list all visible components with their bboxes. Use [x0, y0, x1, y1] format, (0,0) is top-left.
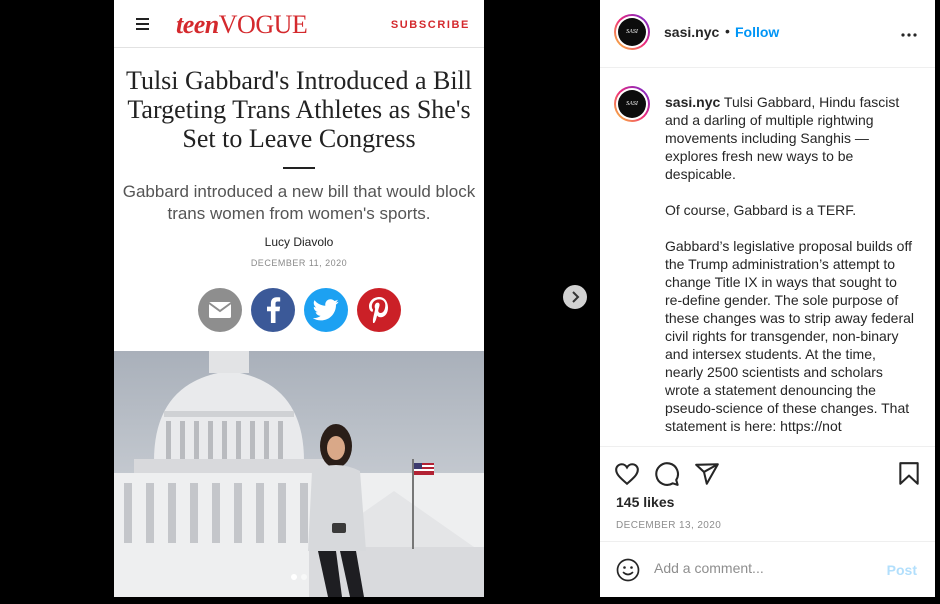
article-screenshot[interactable]: teenVOGUE SUBSCRIBE Tulsi Gabbard's Intr…	[114, 0, 484, 597]
carousel-dot[interactable]	[291, 574, 297, 580]
caption-paragraph: Gabbard’s legislative proposal builds of…	[665, 238, 915, 434]
twitter-icon	[303, 288, 348, 332]
avatar-text: SASI	[618, 90, 646, 118]
hamburger-icon	[136, 18, 149, 30]
capitol-photo	[114, 351, 484, 597]
article-author: Lucy Diavolo	[264, 235, 334, 249]
pinterest-icon	[356, 288, 401, 332]
teenvogue-header: teenVOGUE SUBSCRIBE	[114, 0, 484, 48]
post-sidebar: SASI sasi.nyc • Follow SASI sasi.nyc Tul…	[600, 0, 935, 597]
post-comment-button[interactable]: Post	[887, 562, 917, 578]
heart-icon[interactable]	[614, 461, 640, 487]
caption-username[interactable]: sasi.nyc	[665, 94, 720, 110]
avatar-text: SASI	[618, 18, 646, 46]
logo-vogue: VOGUE	[218, 10, 308, 39]
chevron-right-icon[interactable]	[563, 285, 587, 309]
caption-scroll-area[interactable]: SASI sasi.nyc Tulsi Gabbard, Hindu fasci…	[600, 68, 935, 446]
comment-icon[interactable]	[654, 461, 680, 487]
post-caption: sasi.nyc Tulsi Gabbard, Hindu fascist an…	[665, 93, 915, 446]
post-header: SASI sasi.nyc • Follow	[600, 0, 935, 68]
subscribe-link: SUBSCRIBE	[390, 19, 470, 31]
comment-input[interactable]	[654, 560, 874, 576]
caption-paragraph: sasi.nyc Tulsi Gabbard, Hindu fascist an…	[665, 93, 915, 183]
post-actions: 145 likes DECEMBER 13, 2020	[600, 446, 935, 546]
like-count[interactable]: 145 likes	[616, 494, 674, 510]
logo-teen: teen	[176, 10, 219, 39]
article-date: DECEMBER 11, 2020	[250, 258, 348, 268]
share-icon[interactable]	[694, 461, 720, 487]
share-buttons	[114, 288, 484, 332]
bookmark-icon[interactable]	[896, 461, 922, 487]
article-dek: Gabbard introduced a new bill that would…	[122, 182, 476, 223]
post-media: teenVOGUE SUBSCRIBE Tulsi Gabbard's Intr…	[0, 0, 600, 604]
avatar[interactable]: SASI	[614, 86, 650, 122]
caption-paragraph: Of course, Gabbard is a TERF.	[665, 202, 857, 218]
emoji-icon[interactable]	[616, 558, 640, 587]
carousel-dot[interactable]	[301, 574, 307, 580]
email-icon	[197, 288, 242, 332]
avatar[interactable]: SASI	[614, 14, 650, 50]
comment-form: Post	[600, 541, 935, 597]
facebook-icon	[250, 288, 295, 332]
username-link[interactable]: sasi.nyc	[664, 24, 719, 40]
separator-dot: •	[725, 23, 730, 39]
more-options-icon[interactable]	[901, 24, 917, 42]
follow-button[interactable]: Follow	[735, 24, 779, 40]
article-headline: Tulsi Gabbard's Introduced a Bill Target…	[125, 66, 473, 153]
post-date[interactable]: DECEMBER 13, 2020	[616, 520, 721, 531]
carousel-indicator	[291, 574, 307, 580]
teenvogue-logo: teenVOGUE	[176, 10, 308, 40]
